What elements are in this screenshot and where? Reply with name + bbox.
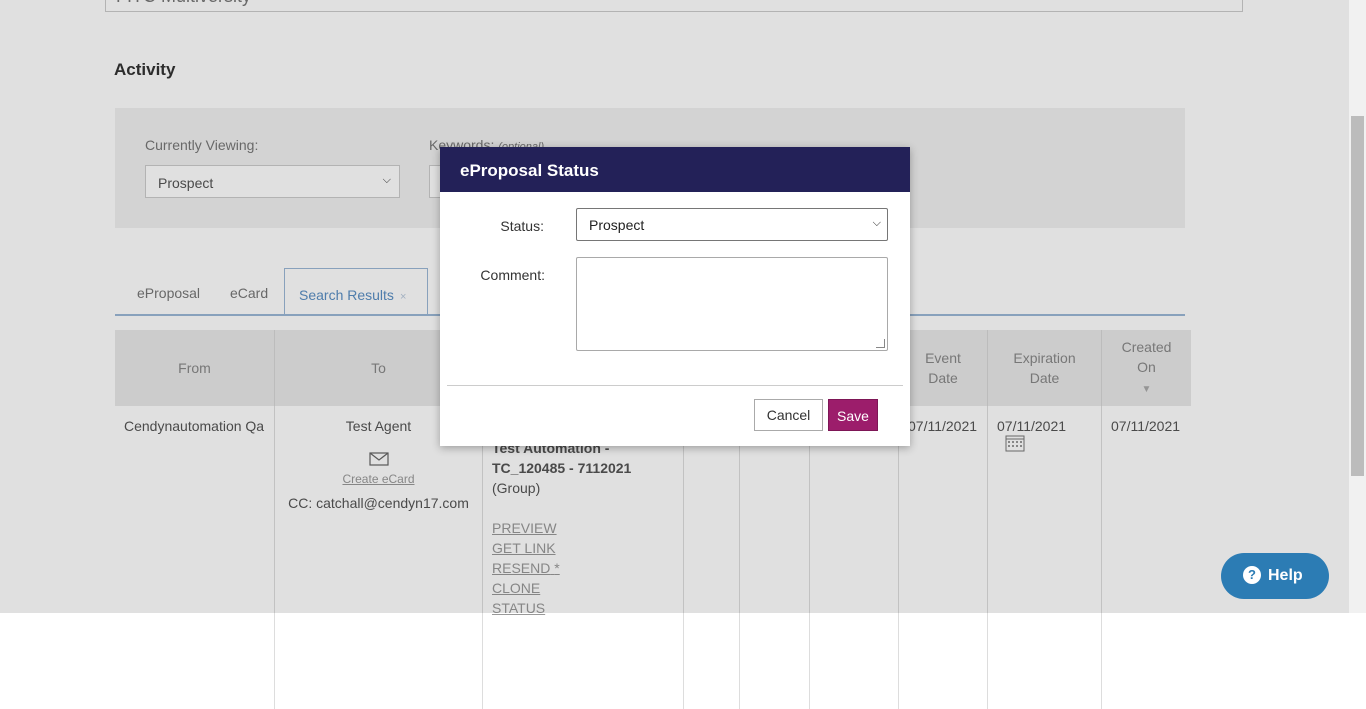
cancel-button[interactable]: Cancel [754,399,823,431]
dialog-title: eProposal Status [440,147,910,192]
status-select-value: Prospect [589,217,645,233]
dialog-divider [447,385,903,386]
eproposal-status-dialog: eProposal Status Status: Prospect ⌵ Comm… [440,147,910,446]
resize-handle-icon[interactable] [876,339,885,348]
status-select[interactable]: Prospect ⌵ [576,208,888,241]
scrollbar-thumb[interactable] [1351,116,1364,476]
help-label: Help [1268,567,1303,584]
status-label: Status: [500,218,544,234]
comment-label: Comment: [480,267,545,283]
question-icon: ? [1243,566,1261,584]
chevron-down-icon: ⌵ [872,217,881,229]
comment-textarea[interactable] [576,257,888,351]
help-button[interactable]: ? Help [1221,553,1329,599]
save-button[interactable]: Save [828,399,878,431]
